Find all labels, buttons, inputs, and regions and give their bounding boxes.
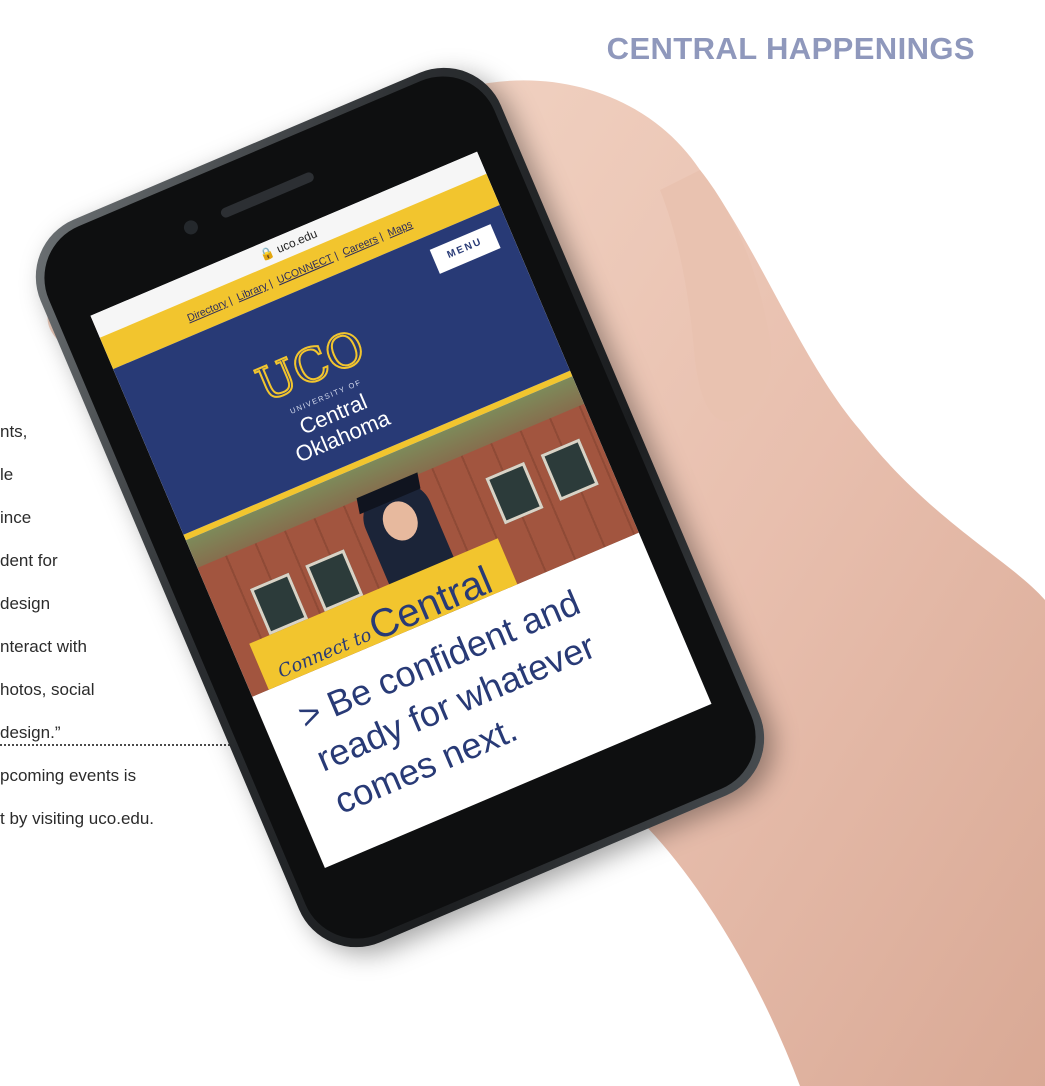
lock-icon: 🔒 bbox=[257, 244, 277, 264]
article-line: design.” bbox=[0, 723, 61, 742]
utility-link-library[interactable]: Library bbox=[235, 280, 269, 304]
article-line: dent for bbox=[0, 551, 58, 570]
utility-link-maps[interactable]: Maps bbox=[386, 218, 414, 239]
article-line: nts, bbox=[0, 422, 28, 441]
article-line: le bbox=[0, 465, 14, 484]
article-line: hotos, social bbox=[0, 680, 95, 699]
article-line: ince bbox=[0, 508, 32, 527]
utility-link-directory[interactable]: Directory bbox=[185, 297, 228, 324]
article-line: design bbox=[0, 594, 51, 613]
menu-button[interactable]: MENU bbox=[429, 224, 501, 274]
article-line: nteract with bbox=[0, 637, 87, 656]
section-title: CENTRAL HAPPENINGS bbox=[606, 31, 975, 66]
utility-link-careers[interactable]: Careers bbox=[341, 233, 380, 259]
